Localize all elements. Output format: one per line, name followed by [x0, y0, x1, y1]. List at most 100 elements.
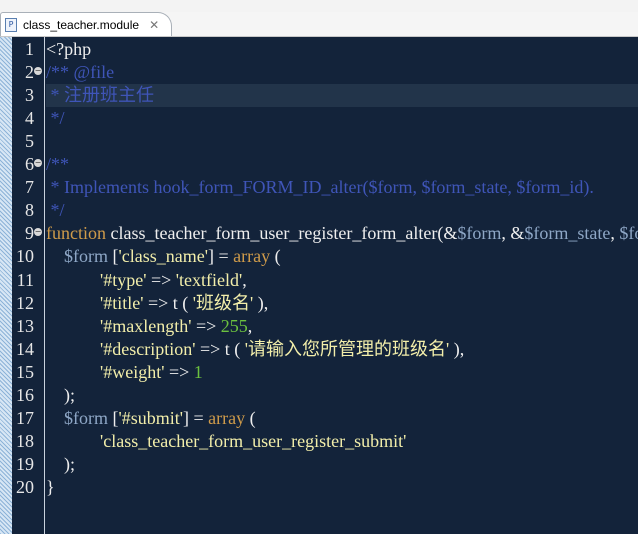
- code-line[interactable]: 14 '#description' => t ( '请输入您所管理的班级名' )…: [0, 338, 638, 361]
- code-line[interactable]: 6−/**: [0, 153, 638, 176]
- code-content: '#type' => 'textfield',: [46, 269, 638, 292]
- code-content: 'class_teacher_form_user_register_submit…: [46, 430, 638, 453]
- fold-toggle-icon[interactable]: −: [34, 159, 42, 168]
- code-editor[interactable]: 1 <?php 2−/** @file 3 * 注册班主任 4 */5 6−/** 7 * …: [0, 37, 638, 534]
- code-text: ),: [449, 338, 465, 359]
- line-number: 13: [16, 315, 34, 336]
- code-line[interactable]: 12 '#title' => t ( '班级名' ),: [0, 292, 638, 315]
- code-content: [46, 130, 638, 153]
- code-text: ,: [242, 269, 247, 290]
- code-content: '#maxlength' => 255,: [46, 315, 638, 338]
- variable-token: $form: [64, 407, 108, 428]
- string-token: 'textfield': [175, 269, 243, 290]
- code-content: function class_teacher_form_user_registe…: [46, 222, 638, 245]
- code-text: <?php: [46, 39, 92, 59]
- comment-token: /** @file: [46, 62, 115, 83]
- string-token: '#maxlength': [100, 315, 192, 336]
- fold-toggle-icon[interactable]: −: [34, 67, 42, 76]
- editor-tab-bar: P class_teacher.module ✕: [0, 12, 638, 37]
- line-number: 2: [25, 62, 34, 83]
- code-text: class_teacher_form_user_register_form_al…: [106, 223, 458, 244]
- variable-token: $form: [457, 223, 502, 244]
- string-token: '#submit': [118, 407, 184, 428]
- line-number: 15: [16, 361, 34, 382]
- code-text: ] =: [207, 246, 234, 267]
- line-number: 7: [25, 177, 34, 198]
- close-icon[interactable]: ✕: [149, 18, 159, 32]
- line-number: 5: [25, 131, 34, 152]
- string-token: '#type': [100, 269, 147, 290]
- comment-token: * 注册班主任: [46, 85, 155, 106]
- code-content: /** @file: [46, 61, 638, 84]
- code-line[interactable]: 19 );: [0, 453, 638, 476]
- code-line[interactable]: 17 $form ['#submit'] = array (: [0, 407, 638, 430]
- line-number: 6: [25, 154, 34, 175]
- code-line[interactable]: 13 '#maxlength' => 255,: [0, 315, 638, 338]
- code-content: '#title' => t ( '班级名' ),: [46, 292, 638, 315]
- code-content: */: [46, 107, 638, 130]
- code-content: '#description' => t ( '请输入您所管理的班级名' ),: [46, 338, 638, 361]
- number-token: 255: [220, 315, 248, 336]
- code-text: (: [245, 407, 256, 428]
- comment-token: /**: [46, 154, 70, 175]
- line-number: 20: [16, 476, 34, 497]
- string-token: '请输入您所管理的班级名': [244, 338, 450, 359]
- code-line[interactable]: 7 * Implements hook_form_FORM_ID_alter($…: [0, 176, 638, 199]
- code-content: * 注册班主任: [46, 84, 638, 108]
- code-line[interactable]: 20}: [0, 476, 638, 499]
- code-line[interactable]: 18 'class_teacher_form_user_register_sub…: [0, 430, 638, 453]
- string-token: '#weight': [100, 361, 165, 382]
- string-token: '#description': [100, 338, 196, 359]
- code-line[interactable]: 8 */: [0, 199, 638, 222]
- code-line[interactable]: 10 $form ['class_name'] = array (: [0, 245, 638, 268]
- code-content: <?php: [46, 38, 638, 61]
- variable-token: $form_id: [619, 223, 638, 244]
- code-text: , &: [501, 223, 525, 244]
- code-text: ] =: [183, 407, 209, 428]
- variable-token: $form_state: [524, 223, 611, 244]
- keyword-token: function: [46, 223, 106, 244]
- line-number: 17: [16, 407, 34, 428]
- code-line[interactable]: 16 );: [0, 384, 638, 407]
- php-file-icon: P: [5, 17, 17, 32]
- code-content: $form ['#submit'] = array (: [46, 407, 638, 430]
- fold-toggle-icon[interactable]: −: [34, 228, 42, 237]
- line-number: 14: [16, 338, 34, 359]
- keyword-token: array: [233, 246, 271, 267]
- code-line[interactable]: 15 '#weight' => 1: [0, 361, 638, 384]
- tab-label: class_teacher.module: [23, 17, 140, 32]
- code-line[interactable]: 2−/** @file: [0, 61, 638, 84]
- string-token: '班级名': [192, 292, 254, 313]
- code-content: );: [46, 384, 638, 407]
- code-content: }: [46, 476, 638, 499]
- code-text: );: [46, 384, 75, 405]
- line-number: 12: [16, 292, 34, 313]
- code-line[interactable]: 11 '#type' => 'textfield',: [0, 269, 638, 292]
- code-text: [: [108, 407, 119, 428]
- code-content: */: [46, 199, 638, 222]
- code-line[interactable]: 1 <?php: [0, 38, 638, 61]
- code-text: => t (: [143, 292, 193, 313]
- line-number: 8: [25, 200, 34, 221]
- code-line[interactable]: 4 */: [0, 107, 638, 130]
- tab-class-teacher-module[interactable]: P class_teacher.module ✕: [0, 12, 172, 36]
- line-number: 10: [16, 246, 34, 267]
- comment-token: * Implements hook_form_FORM_ID_alter($fo…: [46, 177, 594, 198]
- code-content: * Implements hook_form_FORM_ID_alter($fo…: [46, 176, 638, 199]
- code-text: }: [46, 476, 55, 497]
- code-line[interactable]: 5: [0, 130, 638, 153]
- code-text: =>: [164, 361, 194, 382]
- line-number: 1: [25, 39, 34, 59]
- code-text: );: [46, 453, 75, 474]
- comment-token: */: [46, 108, 65, 129]
- code-line[interactable]: 9− function class_teacher_form_user_regis…: [0, 222, 638, 245]
- code-content: $form ['class_name'] = array (: [46, 245, 638, 268]
- line-number: 11: [16, 269, 34, 290]
- code-line[interactable]: 3 * 注册班主任: [0, 84, 638, 108]
